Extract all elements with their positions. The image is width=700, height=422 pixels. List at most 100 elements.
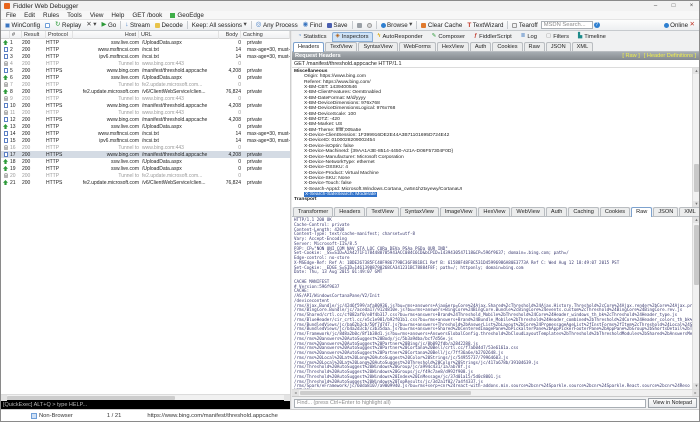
any-process-button[interactable]: ◎Any Process [254,21,300,30]
request-tab-auth[interactable]: Auth [470,42,492,51]
request-tab-xml[interactable]: XML [572,42,594,51]
clear-cache-button[interactable]: Clear Cache [419,21,464,30]
response-tab-webview[interactable]: WebView [511,207,544,216]
comment-button[interactable] [43,21,52,30]
request-tab-headers[interactable]: Headers [293,42,324,52]
column-header-url[interactable]: URL [139,31,219,39]
maximize-button[interactable]: □ [666,1,681,11]
header-section[interactable]: Transport [294,197,690,202]
scrollbar-thumb[interactable] [694,225,699,285]
keep-sessions-dropdown[interactable]: Keep: All sessions▾ [190,21,249,30]
table-row[interactable]: 9200HTTPTunnel towww.bing.com:4430 [1,95,290,102]
scrollbar-thumb[interactable] [694,164,699,192]
menu-item-edit[interactable]: Edit [20,12,39,19]
find-input[interactable]: Find... (press Ctrl+Enter to highlight a… [294,399,646,408]
tab-timeline[interactable]: Timeline [574,32,610,42]
response-raw-view[interactable]: HTTP/1.1 200 OK Cache-Control: private C… [292,217,699,389]
help-icon[interactable]: ? [594,22,600,28]
column-header-protocol[interactable]: Protocol [46,31,73,39]
table-row[interactable]: 11200HTTPTunnel towww.bing.com:4430 [1,109,290,116]
textwizard-button[interactable]: TTextWizard [465,21,505,30]
request-headers-tree[interactable]: MiscellaneousOrigin: https://www.bing.co… [292,68,699,207]
response-tab-auth[interactable]: Auth [546,207,568,216]
response-tab-imageview[interactable]: ImageView [440,207,478,216]
close-online-icon[interactable]: ✕ [690,22,695,29]
tab-autoresponder[interactable]: AutoResponder [374,32,427,42]
menu-item-help[interactable]: Help [107,12,128,19]
response-tab-syntaxview[interactable]: SyntaxView [400,207,439,216]
table-row[interactable]: 19200HTTPssw.live.com/UploadData.aspx0pr… [1,165,290,172]
menu-item-get-book[interactable]: GET /book [128,12,166,19]
stream-button[interactable]: ↓Stream [123,21,152,30]
response-tab-cookies[interactable]: Cookies [600,207,630,216]
column-header-host[interactable]: Host [73,31,139,39]
response-vertical-scrollbar[interactable]: ▲ ▼ [692,217,699,389]
timer-button[interactable] [365,21,374,30]
scroll-down-icon[interactable]: ▼ [693,201,699,207]
request-tab-syntaxview[interactable]: SyntaxView [358,42,397,51]
tab-inspectors[interactable]: Inspectors [332,32,373,42]
response-tab-json[interactable]: JSON [653,207,678,216]
table-row[interactable]: 3200HTTPipv6.msftncsi.com/ncsi.txt14max-… [1,53,290,60]
scrollbar-thumb[interactable] [300,391,471,395]
table-row[interactable]: 5200HTTPSwww.bing.com/manifest/threshold… [1,67,290,74]
table-row[interactable]: 4200HTTPTunnel towww.bing.com:4430 [1,60,290,67]
column-header-result[interactable]: Result [22,31,46,39]
minimize-button[interactable]: – [648,1,663,11]
view-in-notepad-button[interactable]: View in Notepad [648,398,697,408]
request-tab-textview[interactable]: TextView [325,42,357,51]
tab-composer[interactable]: Composer [428,32,469,42]
replay-button[interactable]: ↻Replay [53,21,83,30]
table-row[interactable]: 21200HTTPSfe2.update.microsoft.com/v6/Cl… [1,179,290,186]
response-tab-hexview[interactable]: HexView [478,207,510,216]
tearoff-button[interactable]: Tearoff [510,21,539,30]
table-row[interactable]: 12200HTTPSwww.bing.com/manifest/threshol… [1,116,290,123]
msdn-search-input[interactable]: MSDN Search... [541,21,593,29]
response-tab-xml[interactable]: XML [679,207,700,216]
column-header-icon[interactable] [1,31,10,39]
tab-filters[interactable]: Filters [542,32,573,42]
request-vertical-scrollbar[interactable]: ▲ ▼ [692,68,699,207]
menu-item-geoedge[interactable]: GeoEdge [166,12,208,19]
column-header-body[interactable]: Body [219,31,241,39]
tab-log[interactable]: Log [517,32,541,42]
table-row[interactable]: 14200HTTPwww.msftncsi.com/ncsi.txt14max-… [1,130,290,137]
scroll-up-icon[interactable]: ▲ [693,68,699,74]
table-row[interactable]: 16200HTTPTunnel towww.bing.com:4430 [1,144,290,151]
scrollbar-thumb[interactable] [7,396,175,400]
winconfig-button[interactable]: WinConfig [3,21,42,30]
capture-mode-selector[interactable]: Non-Browser [31,413,73,419]
table-row[interactable]: 2200HTTPwww.msftncsi.com/ncsi.txt14max-a… [1,46,290,53]
table-row[interactable]: 7200HTTPTunnel tofe2.update.microsoft.co… [1,81,290,88]
session-horizontal-scrollbar[interactable] [1,394,290,400]
table-row[interactable]: 13200HTTPssw.live.com/UploadData.aspx0pr… [1,123,290,130]
menu-item-view[interactable]: View [86,12,108,19]
response-tab-raw[interactable]: Raw [631,207,652,217]
column-header-caching[interactable]: Caching [241,31,290,39]
request-tab-cookies[interactable]: Cookies [492,42,522,51]
menu-item-tools[interactable]: Tools [63,12,86,19]
remove-sessions-button[interactable]: ✕▾ [84,21,98,30]
tab-fiddlerscript[interactable]: FiddlerScript [470,32,516,42]
scroll-right-icon[interactable]: ▸ [692,390,699,396]
response-tab-transformer[interactable]: Transformer [293,207,333,216]
scroll-left-icon[interactable]: ◂ [292,390,299,396]
table-row[interactable]: 17200HTTPSwww.bing.com/manifest/threshol… [1,151,290,158]
request-tab-webforms[interactable]: WebForms [399,42,436,51]
online-indicator[interactable]: Online✕ [662,21,697,30]
response-tab-headers[interactable]: Headers [334,207,365,216]
scroll-right-icon[interactable] [284,395,290,401]
table-row[interactable]: 6200HTTPssw.live.com/UploadData.aspx0pri… [1,74,290,81]
screenshot-button[interactable] [355,21,364,30]
go-button[interactable]: ▶Go [99,21,118,30]
close-button[interactable]: × [684,1,699,11]
response-tab-textview[interactable]: TextView [366,207,398,216]
caption-link-header-definitions[interactable]: [ Header Definitions ] [644,53,696,59]
request-tab-raw[interactable]: Raw [524,42,545,51]
menu-item-file[interactable]: File [2,12,20,19]
table-row[interactable]: 20200HTTPTunnel tofe2.update.microsoft.c… [1,172,290,179]
table-row[interactable]: 10200HTTPSwww.bing.com/manifest/threshol… [1,102,290,109]
caption-link-raw[interactable]: [ Raw ] [622,53,639,59]
browse-button[interactable]: Browse▾ [379,21,415,30]
session-column-headers[interactable]: #ResultProtocolHostURLBodyCaching [1,31,290,39]
